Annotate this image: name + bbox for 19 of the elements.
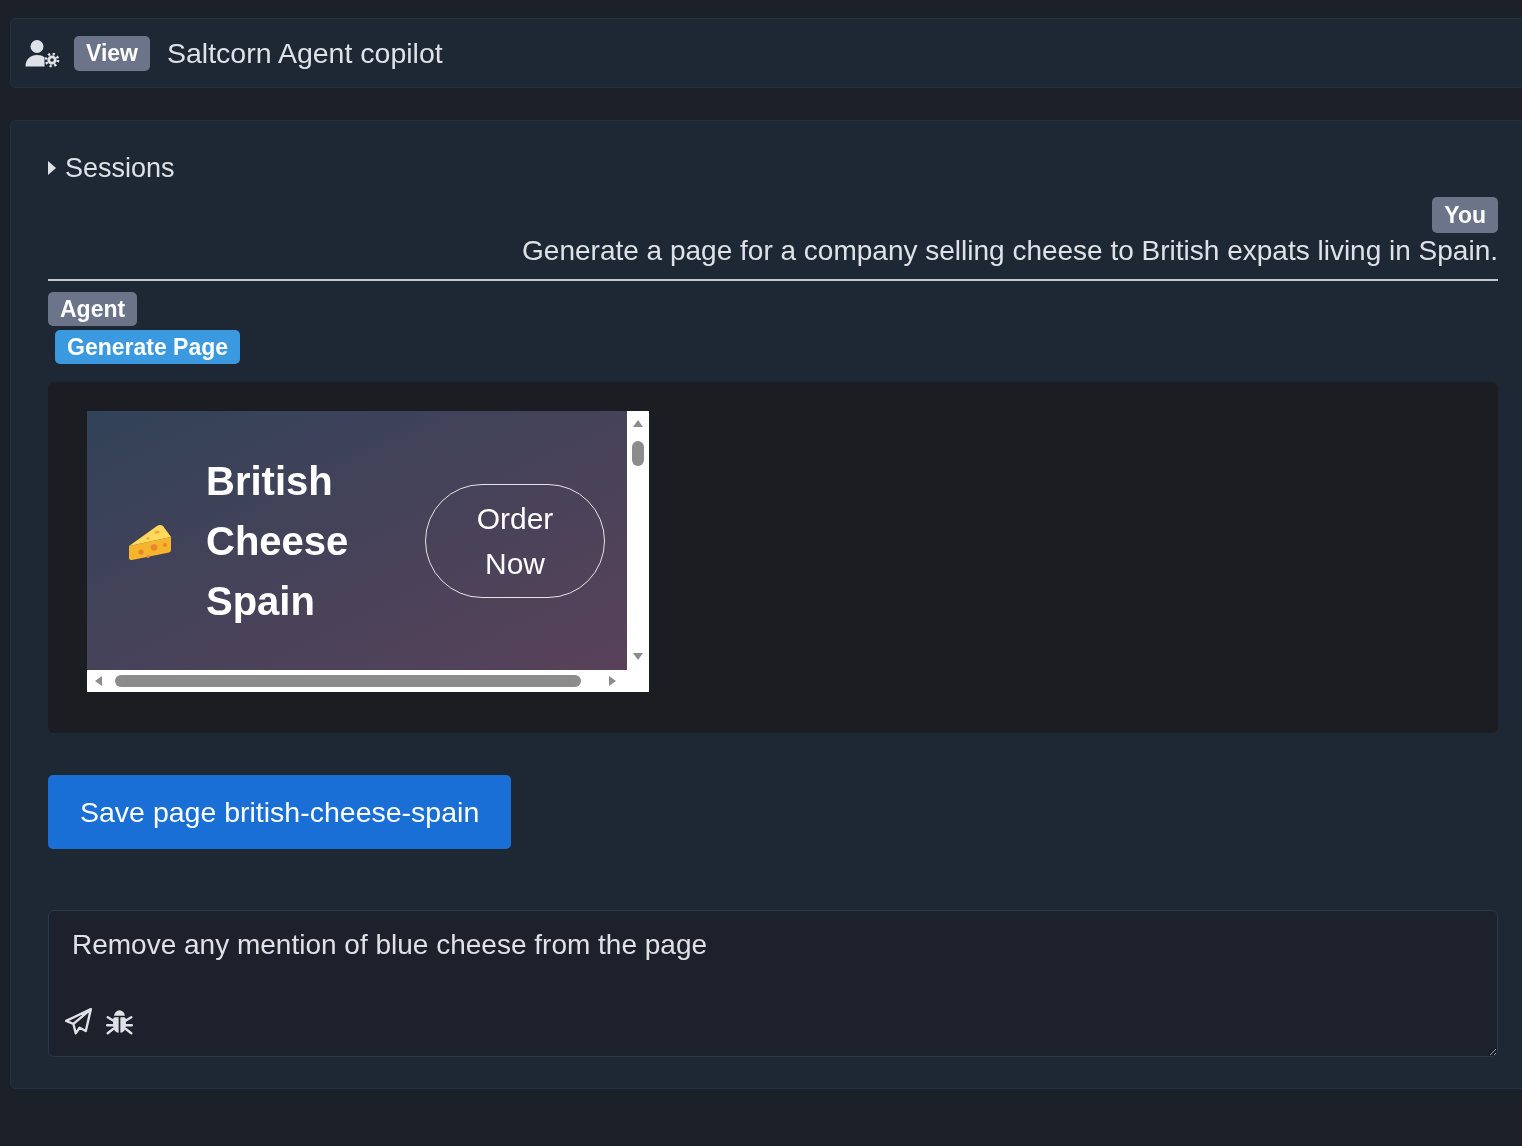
message-text: Generate a page for a company selling cheese to British expats living in Spain. [522, 234, 1498, 268]
scrollbar-thumb[interactable] [632, 441, 644, 466]
sender-badge: You [1432, 197, 1498, 233]
user-gear-icon [25, 38, 60, 68]
prompt-field[interactable]: Remove any mention of blue cheese from the page [48, 910, 1498, 1057]
sender-badge: Agent [48, 292, 138, 326]
arrow-up-icon[interactable] [633, 420, 643, 427]
save-page-button[interactable]: Save page british-cheese-spain [48, 775, 512, 849]
arrow-down-icon[interactable] [633, 653, 643, 660]
action-badge: Generate Page [55, 330, 241, 364]
arrow-left-icon[interactable] [95, 676, 102, 686]
page-title: Saltcorn Agent copilot [167, 35, 443, 71]
view-badge: View [74, 35, 150, 71]
preview-heading: British Cheese Spain [206, 457, 350, 625]
arrow-right-icon[interactable] [609, 676, 616, 686]
send-icon[interactable] [65, 1008, 92, 1035]
sessions-toggle[interactable]: Sessions [48, 152, 175, 184]
scrollbar-thumb[interactable] [115, 675, 581, 687]
bug-icon[interactable] [106, 1008, 133, 1035]
